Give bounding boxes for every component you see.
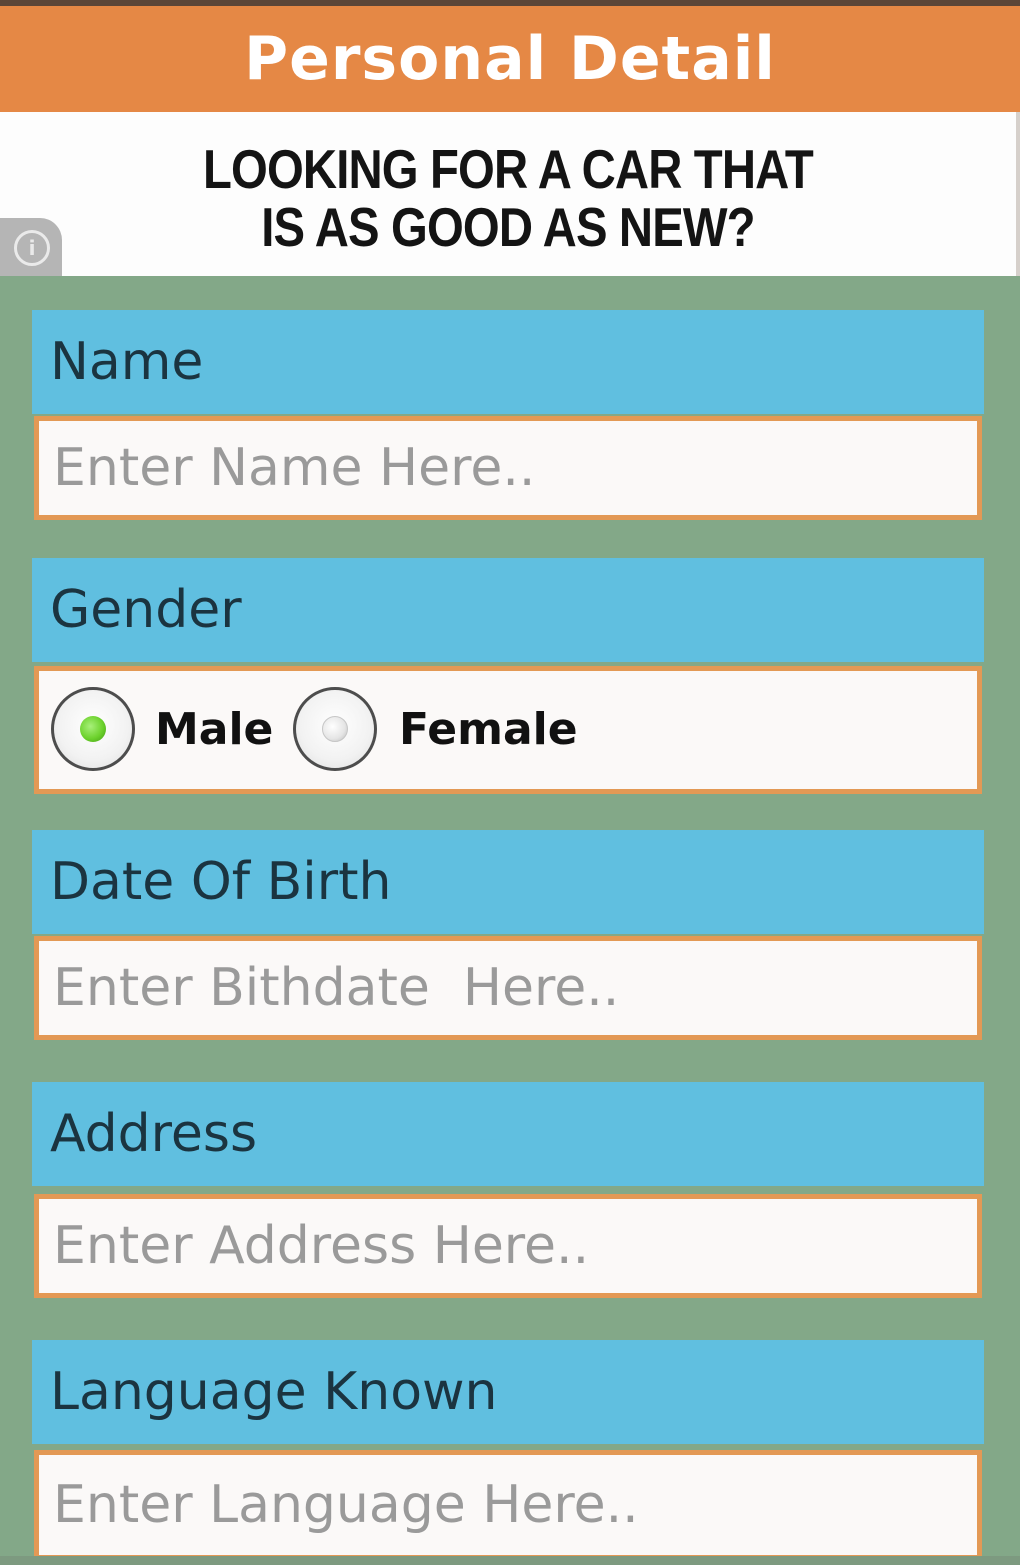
ad-line-1: LOOKING FOR A CAR THAT <box>203 138 814 200</box>
ad-banner[interactable]: LOOKING FOR A CAR THAT IS AS GOOD AS NEW… <box>0 112 1020 276</box>
address-label: Address <box>32 1082 984 1186</box>
radio-checked-indicator <box>80 716 106 742</box>
info-icon: i <box>14 230 50 266</box>
ad-line-2: IS AS GOOD AS NEW? <box>261 196 755 258</box>
gender-label: Gender <box>32 558 984 662</box>
radio-unchecked-indicator <box>322 716 348 742</box>
radio-female-label[interactable]: Female <box>399 671 578 789</box>
name-input[interactable] <box>34 416 982 520</box>
page-title: Personal Detail <box>0 6 1020 112</box>
radio-male-label[interactable]: Male <box>155 671 273 789</box>
ad-info-button[interactable]: i <box>0 218 62 276</box>
radio-female[interactable] <box>293 687 377 771</box>
dob-input[interactable] <box>34 936 982 1040</box>
name-label: Name <box>32 310 984 414</box>
language-label: Language Known <box>32 1340 984 1444</box>
gender-radio-group: Male Female <box>34 666 982 794</box>
radio-male[interactable] <box>51 687 135 771</box>
ad-text: LOOKING FOR A CAR THAT IS AS GOOD AS NEW… <box>71 140 945 256</box>
bottom-border <box>0 1556 1020 1565</box>
dob-label: Date Of Birth <box>32 830 984 934</box>
language-input[interactable] <box>34 1450 982 1560</box>
address-input[interactable] <box>34 1194 982 1298</box>
